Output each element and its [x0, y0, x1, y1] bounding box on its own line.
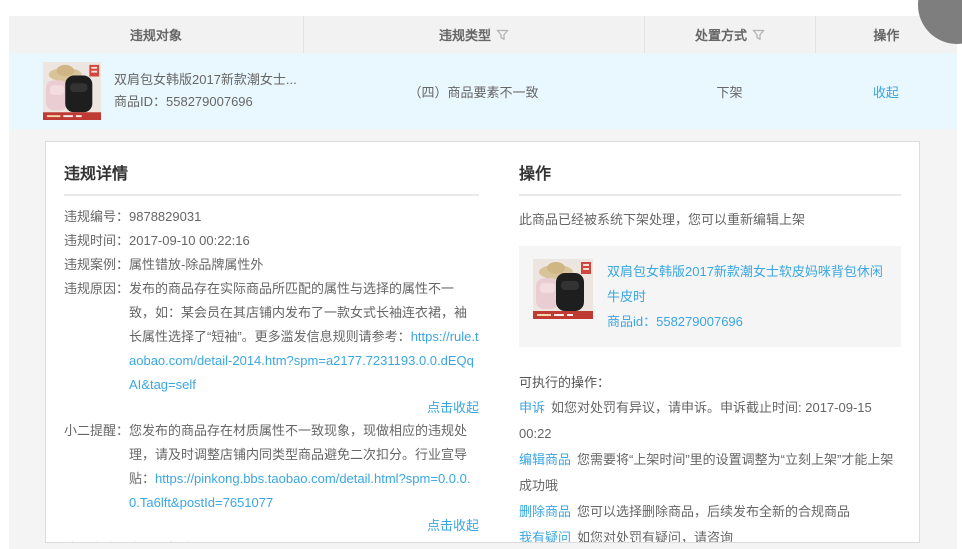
field-value: 发布的商品存在实际商品所匹配的属性与选择的属性不一致，如：某会员在其店铺内发布了… — [129, 277, 479, 419]
collapse-reminder-link[interactable]: 点击收起 — [427, 518, 479, 533]
field-staff-reminder: 小二提醒： 您发布的商品存在材质属性不一致现象，现做相应的违规处理，请及时调整店… — [64, 419, 479, 537]
action-desc: 如您对处罚有疑问，请咨询 — [577, 530, 733, 543]
column-header-violation-object: 违规对象 — [9, 16, 303, 53]
field-label: 违规编号： — [64, 205, 129, 229]
product-card-info: 双肩包女韩版2017新款潮女士软皮妈咪背包休闲牛皮时 商品id：55827900… — [607, 259, 887, 334]
column-header-disposal[interactable]: 处置方式 — [644, 16, 815, 53]
violation-table-row: 双肩包女韩版2017新款潮女士... 商品ID：558279007696 （四）… — [9, 53, 957, 129]
product-image[interactable] — [43, 62, 101, 120]
expanded-detail-area: 违规详情 违规编号： 9878829031 违规时间： 2017-09-10 0… — [9, 129, 957, 549]
column-header-label: 操作 — [873, 25, 899, 44]
disposal-cell: 下架 — [644, 82, 815, 101]
collapse-row-link[interactable]: 收起 — [873, 82, 899, 101]
field-violation-case: 违规案例： 属性错放-除品牌属性外 — [64, 253, 479, 277]
field-disposal-method: 处置方式： 立即下架商品 — [64, 537, 479, 543]
field-violation-number: 违规编号： 9878829031 — [64, 205, 479, 229]
collapse-line: 点击收起 — [129, 515, 479, 537]
action-question: 我有疑问如您对处罚有疑问，请咨询 — [519, 525, 901, 543]
table-header-row: 违规对象 违规类型 处置方式 操作 — [9, 16, 957, 53]
field-violation-reason: 违规原因： 发布的商品存在实际商品所匹配的属性与选择的属性不一致，如：某会员在其… — [64, 277, 479, 419]
edit-product-link[interactable]: 编辑商品 — [519, 452, 571, 467]
delete-product-link[interactable]: 删除商品 — [519, 504, 571, 519]
filter-funnel-icon[interactable] — [496, 29, 509, 41]
appeal-link[interactable]: 申诉 — [519, 400, 545, 415]
product-title-link[interactable]: 双肩包女韩版2017新款潮女士软皮妈咪背包休闲牛皮时 — [607, 259, 887, 309]
collapse-line: 点击收起 — [129, 397, 479, 419]
field-label: 小二提醒： — [64, 419, 129, 537]
field-label: 处置方式： — [64, 537, 129, 543]
column-header-violation-type[interactable]: 违规类型 — [303, 16, 644, 53]
violation-detail-column: 违规详情 违规编号： 9878829031 违规时间： 2017-09-10 0… — [64, 152, 479, 530]
violation-panel: 违规对象 违规类型 处置方式 操作 — [9, 16, 957, 549]
action-desc: 您需要将“上架时间”里的设置调整为“立刻上架”才能上架成功哦 — [519, 452, 893, 493]
product-image[interactable] — [533, 259, 593, 319]
detail-section-title: 违规详情 — [64, 160, 479, 196]
field-label: 违规时间： — [64, 229, 129, 253]
action-delete-product: 删除商品您可以选择删除商品，后续发布全新的合规商品 — [519, 499, 901, 525]
operation-column: 操作 此商品已经被系统下架处理，您可以重新编辑上架 — [519, 152, 901, 530]
filter-funnel-icon[interactable] — [752, 29, 765, 41]
operation-section-title: 操作 — [519, 160, 901, 196]
disposal-value: 下架 — [716, 82, 742, 101]
row-product-title[interactable]: 双肩包女韩版2017新款潮女士... — [114, 69, 297, 91]
detail-card: 违规详情 违规编号： 9878829031 违规时间： 2017-09-10 0… — [45, 141, 920, 543]
question-link[interactable]: 我有疑问 — [519, 530, 571, 543]
detail-fields: 违规编号： 9878829031 违规时间： 2017-09-10 00:22:… — [64, 205, 479, 543]
action-appeal: 申诉如您对处罚有异议，请申诉。申诉截止时间: 2017-09-15 00:22 — [519, 395, 901, 447]
product-id-text: 商品id：558279007696 — [607, 309, 887, 334]
column-header-label: 违规类型 — [439, 25, 491, 44]
collapse-reason-link[interactable]: 点击收起 — [427, 400, 479, 415]
action-desc: 如您对处罚有异议，请申诉。申诉截止时间: 2017-09-15 00:22 — [519, 400, 872, 441]
product-card: 双肩包女韩版2017新款潮女士软皮妈咪背包休闲牛皮时 商品id：55827900… — [519, 246, 901, 347]
violation-type-cell: （四）商品要素不一致 — [303, 82, 644, 101]
violation-type-value: （四）商品要素不一致 — [409, 82, 539, 101]
system-delisted-notice: 此商品已经被系统下架处理，您可以重新编辑上架 — [519, 208, 901, 232]
field-value: 属性错放-除品牌属性外 — [129, 253, 479, 277]
available-actions-title: 可执行的操作： — [519, 371, 901, 395]
row-product-id: 商品ID：558279007696 — [114, 91, 297, 113]
field-violation-time: 违规时间： 2017-09-10 00:22:16 — [64, 229, 479, 253]
field-value: 立即下架商品 — [129, 537, 479, 543]
operation-cell: 收起 — [815, 82, 957, 101]
column-header-label: 处置方式 — [695, 25, 747, 44]
field-label: 违规案例： — [64, 253, 129, 277]
action-edit-product: 编辑商品您需要将“上架时间”里的设置调整为“立刻上架”才能上架成功哦 — [519, 447, 901, 499]
field-value: 您发布的商品存在材质属性不一致现象，现做相应的违规处理，请及时调整店铺内同类型商… — [129, 419, 479, 537]
field-value: 2017-09-10 00:22:16 — [129, 229, 479, 253]
forum-url-link[interactable]: https://pinkong.bbs.taobao.com/detail.ht… — [129, 471, 470, 510]
row-product-info: 双肩包女韩版2017新款潮女士... 商品ID：558279007696 — [114, 69, 297, 113]
column-header-label: 违规对象 — [130, 25, 182, 44]
violation-object-cell: 双肩包女韩版2017新款潮女士... 商品ID：558279007696 — [9, 62, 303, 120]
field-value: 9878829031 — [129, 205, 479, 229]
action-desc: 您可以选择删除商品，后续发布全新的合规商品 — [577, 504, 850, 519]
field-label: 违规原因： — [64, 277, 129, 419]
